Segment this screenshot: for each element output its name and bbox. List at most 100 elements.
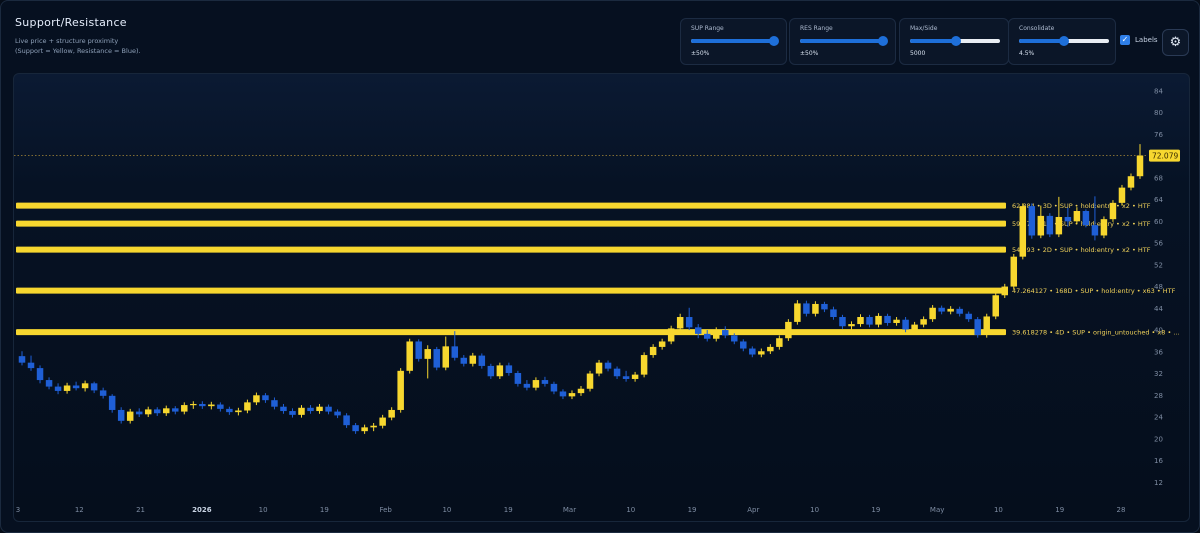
candle-body[interactable] [271,400,278,407]
candle-body[interactable] [640,355,648,375]
candle-body[interactable] [1028,206,1036,236]
support-level-line[interactable] [16,329,1006,336]
candle-body[interactable] [1037,215,1045,236]
candle-body[interactable] [442,346,450,368]
candle-body[interactable] [153,409,161,414]
candle-body[interactable] [117,409,125,421]
candle-body[interactable] [1100,219,1108,236]
candle-body[interactable] [307,407,314,412]
candle-body[interactable] [839,317,846,327]
candle-body[interactable] [992,295,999,317]
candle-body[interactable] [920,319,927,325]
candle-body[interactable] [1073,211,1081,222]
candle-body[interactable] [523,383,531,388]
candle-body[interactable] [343,415,350,426]
candle-body[interactable] [821,303,828,310]
candle-body[interactable] [514,372,522,384]
candle-body[interactable] [694,327,702,334]
candlestick-chart[interactable]: 1216202428323640444852566064687276808431… [14,74,1189,521]
candle-body[interactable] [1010,256,1018,287]
candle-body[interactable] [45,380,53,387]
labels-checkbox-label[interactable]: Labels [1135,36,1158,44]
candle-body[interactable] [244,402,251,411]
candle-body[interactable] [144,409,152,415]
candle-body[interactable] [722,330,729,336]
candle-body[interactable] [370,425,377,428]
candle-body[interactable] [568,393,576,397]
candle-body[interactable] [1046,215,1054,235]
candle-body[interactable] [36,368,44,381]
candle-body[interactable] [1091,225,1099,236]
candle-body[interactable] [595,362,603,374]
labels-checkbox[interactable]: ✓ [1120,35,1130,45]
candle-body[interactable] [352,425,359,432]
candle-body[interactable] [478,355,486,366]
candle-body[interactable] [289,411,296,415]
candle-body[interactable] [947,308,954,312]
candle-body[interactable] [1109,202,1117,220]
support-level-line[interactable] [16,220,1006,227]
gear-icon[interactable]: ⚙ [1162,29,1189,56]
candle-body[interactable] [181,405,188,412]
candle-body[interactable] [532,380,540,388]
candle-body[interactable] [90,383,98,391]
candle-body[interactable] [1118,187,1126,203]
candle-body[interactable] [965,313,972,320]
candle-body[interactable] [866,317,873,325]
candle-body[interactable] [767,346,774,352]
candle-body[interactable] [1055,216,1063,235]
candle-body[interactable] [397,370,404,410]
candle-body[interactable] [81,383,89,389]
candle-body[interactable] [496,365,504,377]
candle-body[interactable] [54,386,62,391]
candle-body[interactable] [1082,211,1090,226]
candle-body[interactable] [379,417,386,426]
candle-body[interactable] [938,307,945,312]
sup-range-knob[interactable] [769,36,780,46]
candle-body[interactable] [163,408,170,414]
candle-body[interactable] [280,406,287,412]
candle-body[interactable] [649,346,657,356]
candle-body[interactable] [63,385,71,391]
candle-body[interactable] [99,390,107,396]
candle-body[interactable] [190,403,197,406]
candle-body[interactable] [857,317,864,325]
candle-body[interactable] [126,411,134,421]
candle-body[interactable] [577,388,585,394]
candle-body[interactable] [415,341,422,359]
candle-body[interactable] [731,335,738,342]
candle-body[interactable] [929,307,936,320]
candle-body[interactable] [550,383,558,392]
consolidate-knob[interactable] [1059,36,1069,46]
candle-body[interactable] [1064,216,1072,222]
candle-body[interactable] [226,408,233,413]
res-range-knob[interactable] [878,36,889,46]
candle-body[interactable] [1001,286,1009,296]
candle-body[interactable] [316,406,323,412]
candle-body[interactable] [902,319,909,330]
sup-range-slider[interactable] [691,36,780,46]
candle-body[interactable] [172,408,179,412]
candle-body[interactable] [911,324,918,330]
candle-body[interactable] [749,348,756,355]
candle-body[interactable] [676,317,684,329]
max-side-knob[interactable] [950,36,961,46]
candle-body[interactable] [758,351,765,355]
candle-body[interactable] [469,355,477,364]
candle-body[interactable] [108,395,116,410]
candle-body[interactable] [72,385,80,389]
candle-body[interactable] [334,411,341,416]
max-side-slider[interactable] [910,36,1000,46]
candle-body[interactable] [685,317,693,328]
candle-body[interactable] [631,374,639,379]
candle-body[interactable] [424,349,431,359]
candle-body[interactable] [406,341,413,371]
candle-body[interactable] [505,365,513,373]
candle-body[interactable] [658,341,666,347]
candle-body[interactable] [1019,206,1027,257]
res-range-slider[interactable] [800,36,889,46]
candle-body[interactable] [848,324,855,327]
candle-body[interactable] [451,346,459,358]
candle-body[interactable] [622,376,630,379]
candle-body[interactable] [541,380,549,384]
